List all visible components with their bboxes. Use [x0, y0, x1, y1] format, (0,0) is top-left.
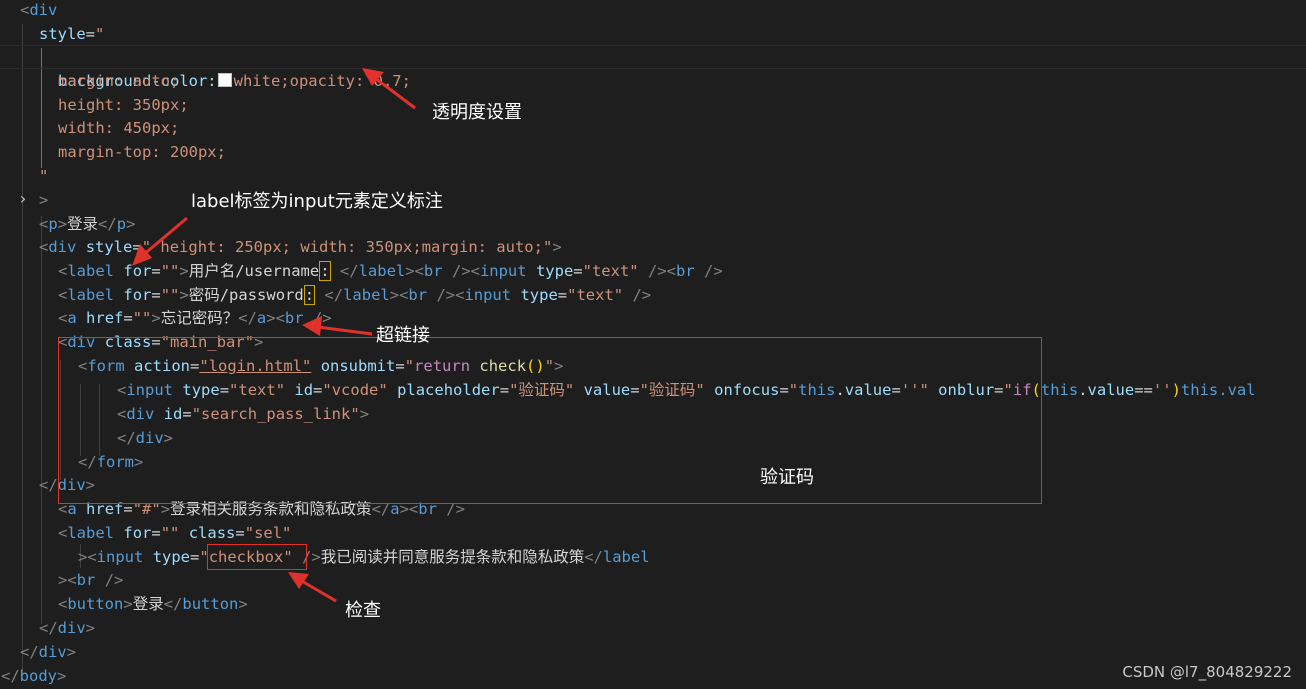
- arrow-check-head: [288, 572, 309, 589]
- annotation-check: 检查: [345, 600, 381, 621]
- watermark: CSDN @l7_804829222: [1122, 663, 1292, 681]
- annotation-hyperlink: 超链接: [376, 325, 430, 346]
- annotation-label: label标签为input元素定义标注: [191, 191, 443, 212]
- arrow-opacity: [374, 76, 416, 110]
- arrow-label-head: [132, 244, 152, 266]
- code-editor[interactable]: › <div style=" background-color: white;op…: [0, 0, 1306, 689]
- arrow-hyperlink-head: [302, 316, 322, 336]
- annotation-arrows: [132, 68, 416, 603]
- arrow-label: [141, 216, 188, 258]
- annotation-opacity: 透明度设置: [432, 102, 522, 123]
- arrow-check: [299, 578, 337, 603]
- annotation-captcha: 验证码: [760, 467, 814, 488]
- arrow-hyperlink: [317, 325, 373, 336]
